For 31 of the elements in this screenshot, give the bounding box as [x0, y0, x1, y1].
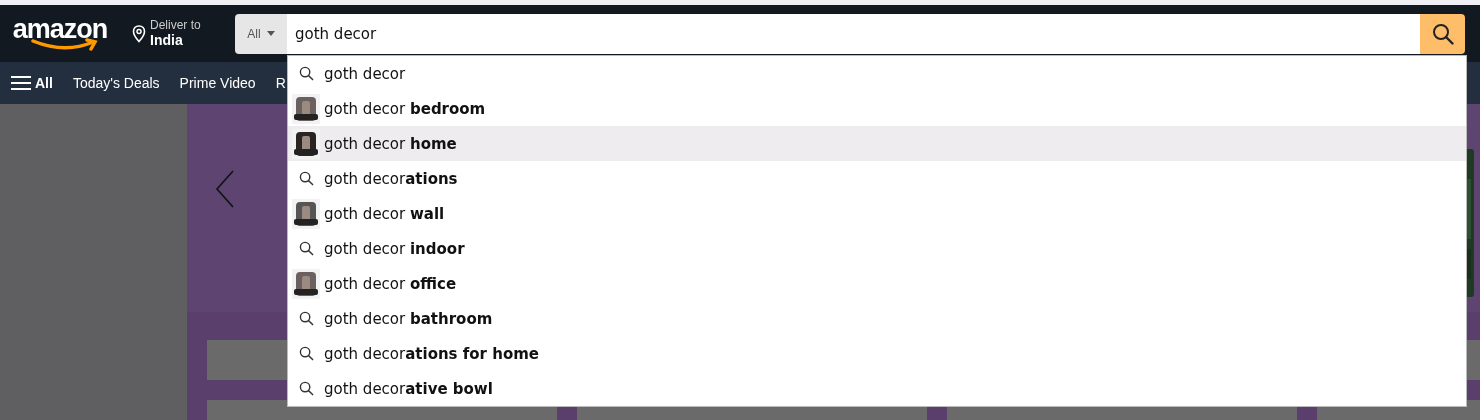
- all-menu-button[interactable]: All: [11, 75, 53, 91]
- search-field[interactable]: goth decor: [287, 13, 1420, 54]
- suggestion-item[interactable]: goth decor office: [288, 266, 1466, 301]
- category-dropdown[interactable]: All: [235, 13, 287, 54]
- suggestion-item[interactable]: goth decor indoor: [288, 231, 1466, 266]
- search-icon: [298, 171, 314, 186]
- suggestion-item[interactable]: goth decor bathroom: [288, 301, 1466, 336]
- nav-link[interactable]: Prime Video: [179, 75, 256, 91]
- search-icon: [298, 241, 314, 256]
- search-icon: [298, 311, 314, 326]
- smile-arrow-icon: [30, 37, 100, 52]
- suggestion-item[interactable]: goth decorations: [288, 161, 1466, 196]
- search-icon: [1431, 22, 1454, 45]
- suggestion-item[interactable]: goth decor bedroom: [288, 91, 1466, 126]
- suggestion-item[interactable]: goth decor: [288, 56, 1466, 91]
- search-icon: [298, 66, 314, 81]
- suggestion-item[interactable]: goth decor wall: [288, 196, 1466, 231]
- search-icon: [298, 346, 314, 361]
- suggestion-item[interactable]: goth decorations for home: [288, 336, 1466, 371]
- nav-link[interactable]: Today's Deals: [72, 75, 160, 91]
- nav-link[interactable]: R: [275, 75, 286, 91]
- location-pin-icon: [132, 24, 146, 43]
- search-button[interactable]: [1420, 13, 1465, 54]
- delivery-location[interactable]: India: [150, 32, 201, 48]
- deliver-label: Deliver to: [150, 19, 201, 32]
- caret-icon: [266, 31, 275, 36]
- suggestion-item[interactable]: goth decor home: [288, 126, 1466, 161]
- menu-icon: [11, 75, 31, 91]
- suggestion-item[interactable]: goth decorative bowl: [288, 371, 1466, 406]
- logo-text[interactable]: amazon: [12, 15, 108, 42]
- search-icon: [298, 381, 314, 396]
